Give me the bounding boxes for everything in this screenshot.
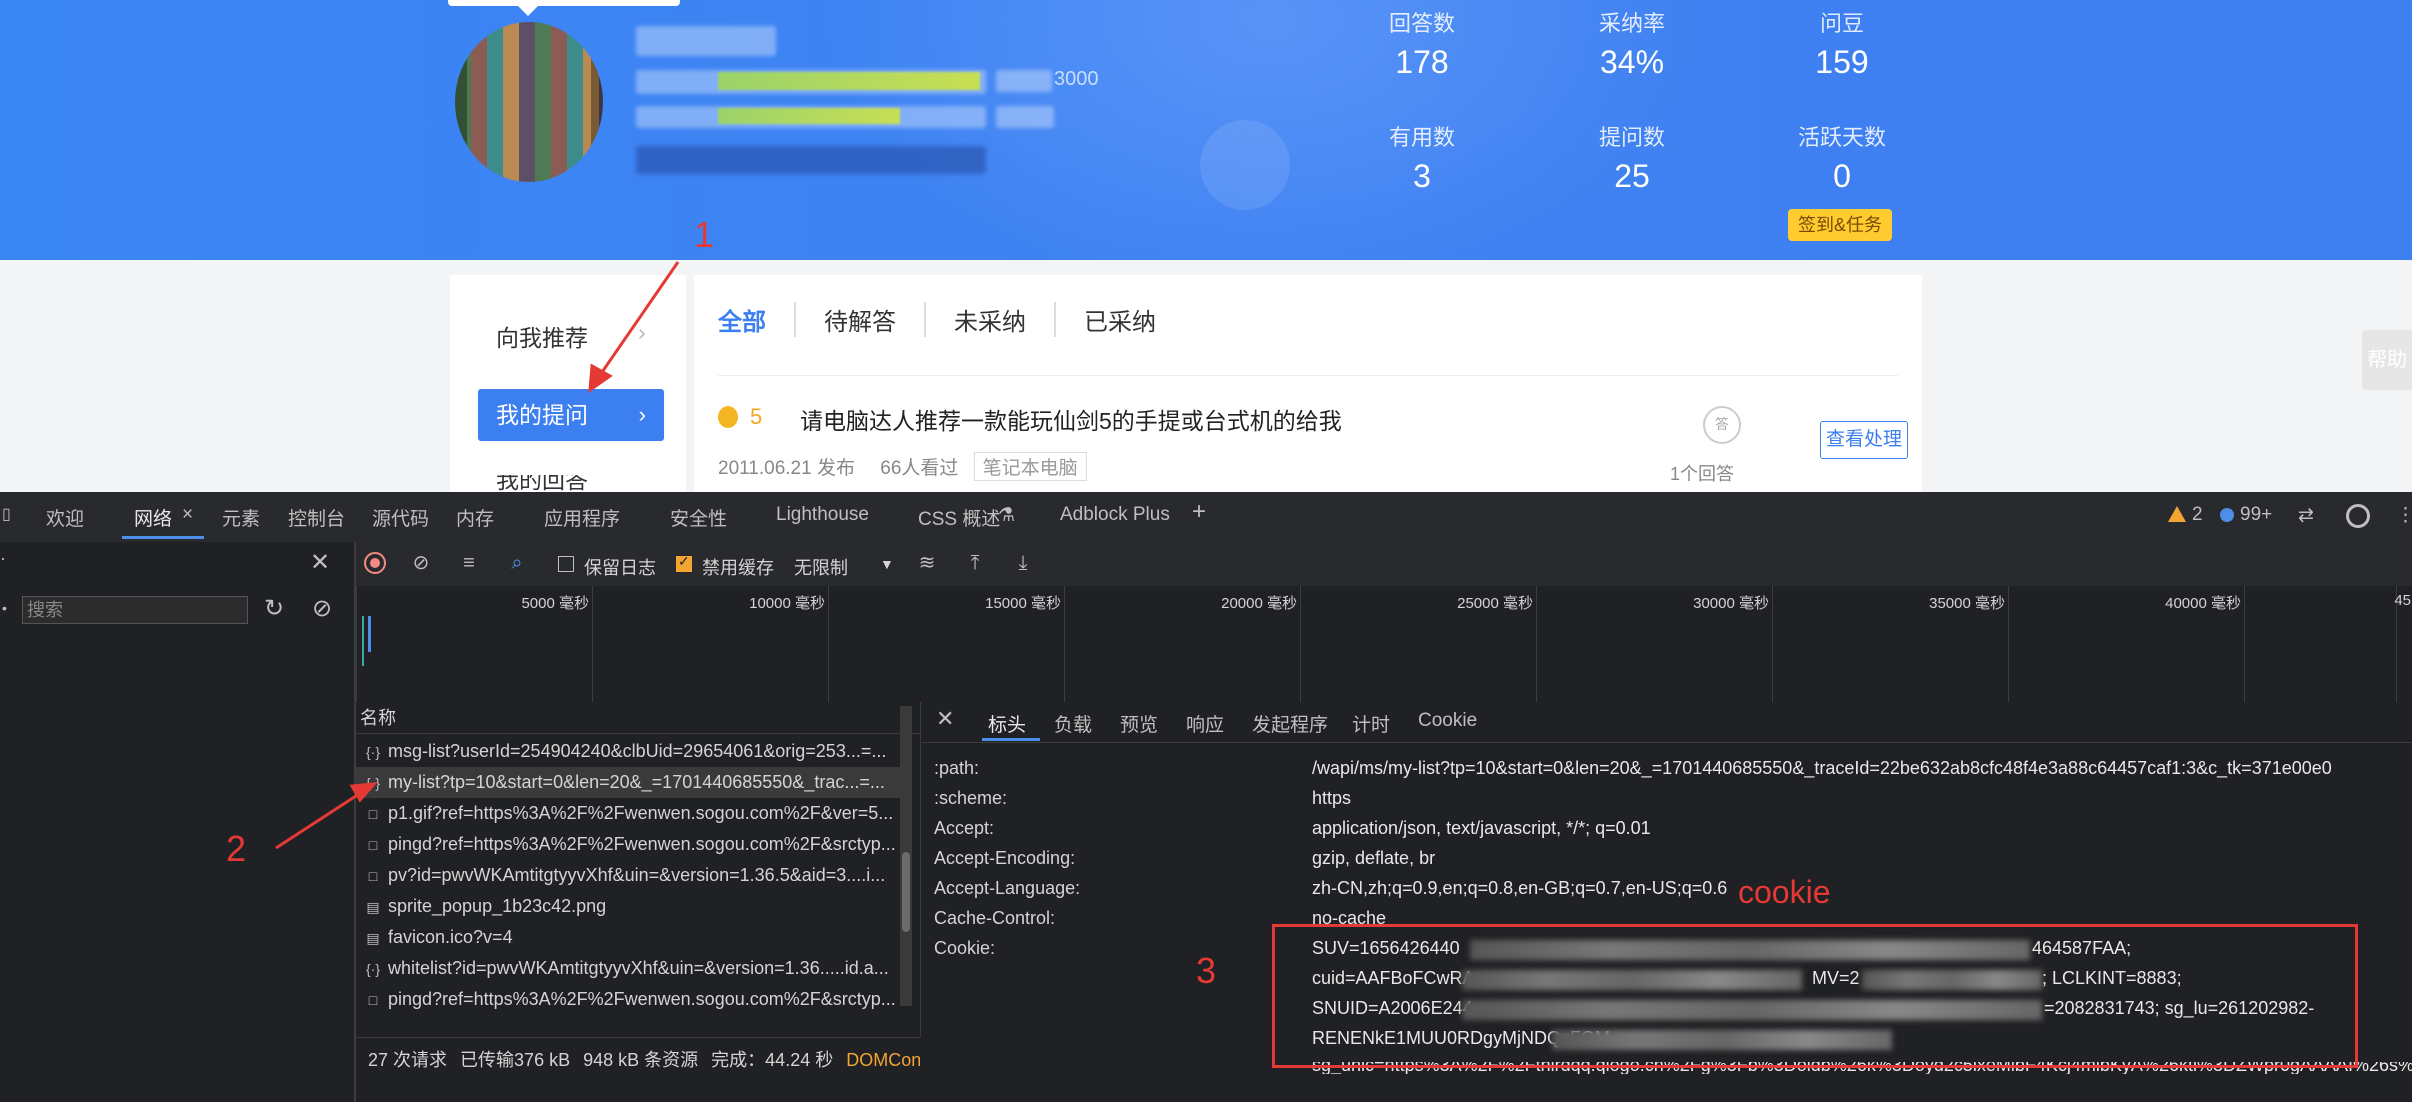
annotation-number-3: 3 [1196, 950, 1217, 991]
annotation-cookie-label: cookie [1738, 874, 1831, 910]
annotation-number-2: 2 [226, 828, 247, 869]
annotation-arrowhead-1 [588, 363, 613, 394]
annotation-arrow-1 [596, 261, 680, 379]
annotation-arrow-2 [275, 790, 363, 850]
annotation-number-1: 1 [694, 214, 715, 255]
annotation-cookie-box [1272, 924, 2358, 1068]
